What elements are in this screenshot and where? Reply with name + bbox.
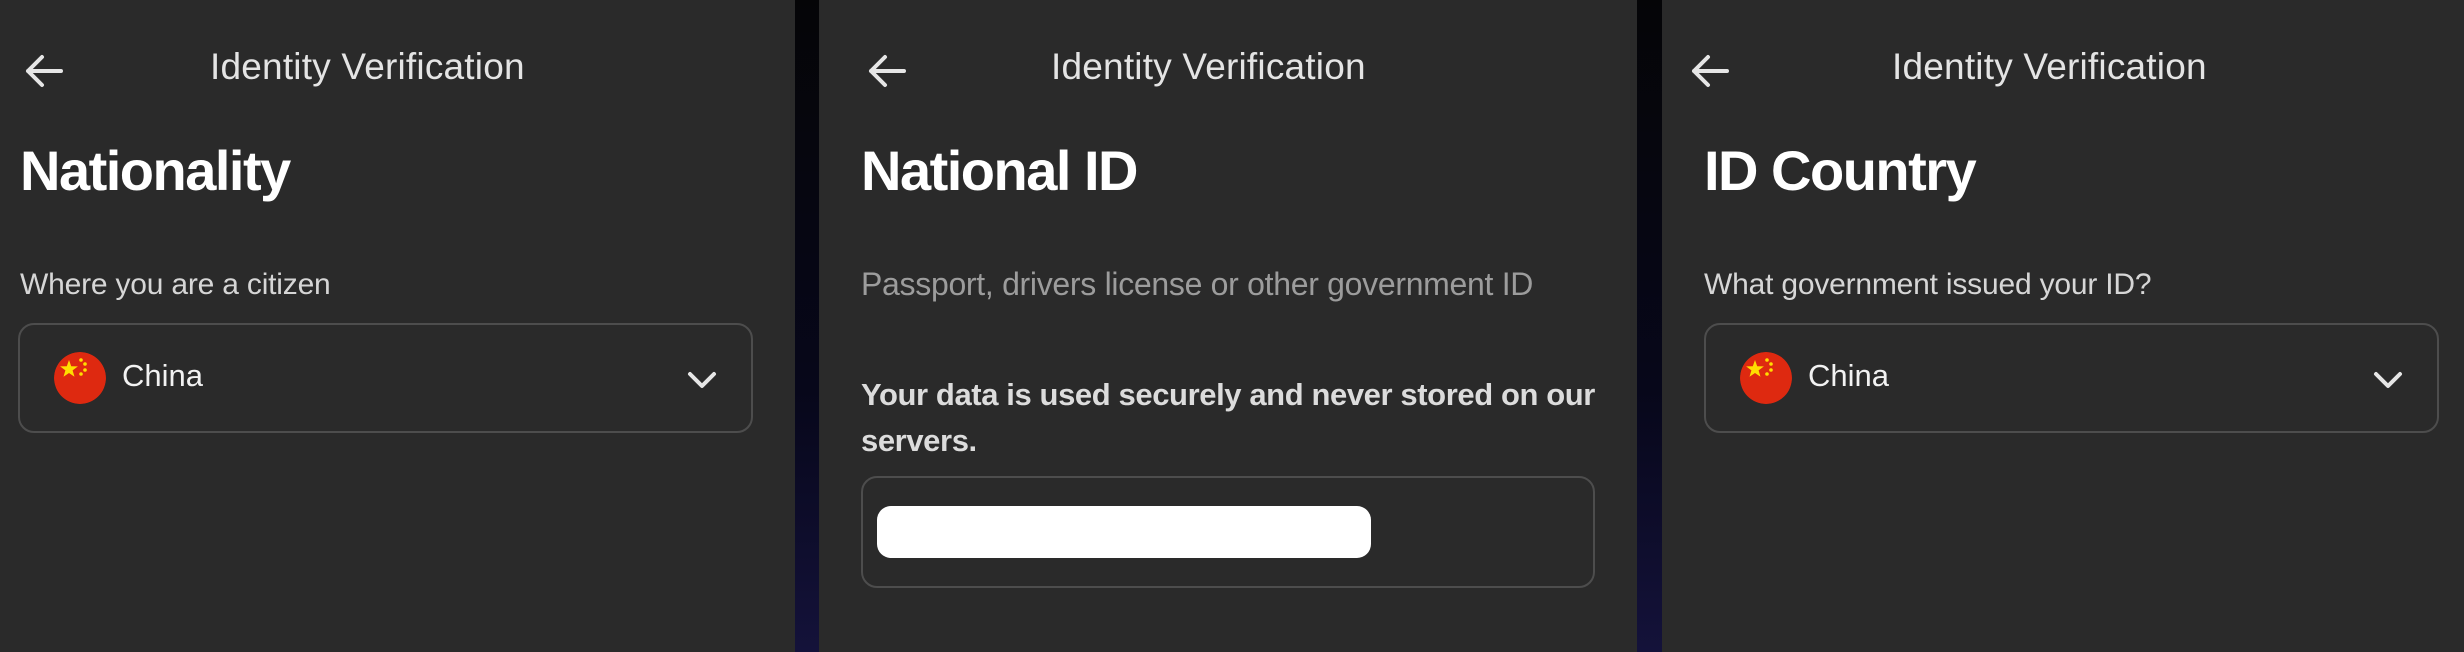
select-value: China xyxy=(122,358,203,393)
field-label: What government issued your ID? xyxy=(1704,268,2152,301)
header-title: Identity Verification xyxy=(1051,46,1366,87)
background-gap-left xyxy=(795,0,819,652)
header: Identity Verification xyxy=(819,30,1637,110)
back-button[interactable] xyxy=(1684,48,1736,94)
redacted-value xyxy=(877,506,1371,558)
header-title: Identity Verification xyxy=(1892,46,2207,87)
header: Identity Verification xyxy=(0,30,795,110)
arrow-left-icon xyxy=(869,55,906,87)
nationality-screen: Identity Verification Nationality Where … xyxy=(0,0,795,652)
page-title: Nationality xyxy=(20,139,291,202)
subtitle: Passport, drivers license or other gover… xyxy=(861,266,1534,302)
header-title: Identity Verification xyxy=(210,46,525,87)
select-value: China xyxy=(1808,358,1889,393)
page-title: ID Country xyxy=(1704,139,1977,202)
china-flag-icon xyxy=(1740,352,1792,404)
national-id-input[interactable] xyxy=(861,476,1595,588)
privacy-notice: Your data is used securely and never sto… xyxy=(861,377,1595,458)
page-title: National ID xyxy=(861,139,1138,202)
back-button[interactable] xyxy=(18,48,70,94)
header: Identity Verification xyxy=(1662,30,2464,110)
nationality-select[interactable]: China xyxy=(18,323,753,433)
id-country-select[interactable]: China xyxy=(1704,323,2439,433)
back-button[interactable] xyxy=(861,48,913,94)
field-label: Where you are a citizen xyxy=(20,268,331,301)
chevron-down-icon xyxy=(688,372,716,388)
national-id-screen: Identity Verification National ID Passpo… xyxy=(819,0,1637,652)
chevron-down-icon xyxy=(2374,372,2402,388)
background-gap-right xyxy=(1637,0,1662,652)
arrow-left-icon xyxy=(1692,55,1729,87)
arrow-left-icon xyxy=(26,55,63,87)
china-flag-icon xyxy=(54,352,106,404)
id-country-screen: Identity Verification ID Country What go… xyxy=(1662,0,2464,652)
